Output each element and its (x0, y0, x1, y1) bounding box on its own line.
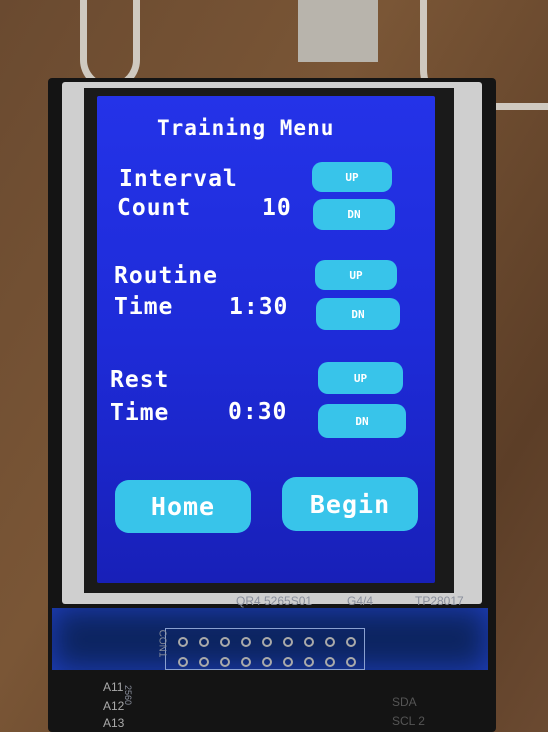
header-pin (283, 637, 293, 647)
pin-label: A12 (103, 699, 125, 713)
sda-label: SDA (392, 695, 417, 709)
routine-up-button[interactable]: UP (315, 260, 397, 290)
connector-label: CON1 (156, 629, 168, 658)
header-pin (325, 657, 335, 667)
header-pin (304, 657, 314, 667)
header-pin (262, 657, 272, 667)
training-menu-screen: Training Menu Interval Count 10 UP DN Ro… (97, 96, 435, 583)
usb-plug (298, 0, 378, 62)
header-pin (262, 637, 272, 647)
pin-header (165, 628, 365, 670)
silk-label: TP28017 (415, 594, 464, 608)
header-pin (346, 657, 356, 667)
pin-label: A13 (103, 716, 125, 730)
header-pin (283, 657, 293, 667)
chip-label: 2560 (123, 684, 134, 706)
page-title: Training Menu (157, 116, 335, 140)
silk-label: G4/4 (347, 594, 374, 608)
header-pin (346, 637, 356, 647)
rest-up-button[interactable]: UP (318, 362, 403, 394)
header-pin (220, 637, 230, 647)
routine-label: Routine (114, 263, 218, 289)
header-pin (220, 657, 230, 667)
home-button[interactable]: Home (115, 480, 251, 533)
rest-time-label: Time (110, 400, 170, 426)
routine-time-label: Time (114, 294, 174, 320)
routine-time-value: 1:30 (229, 294, 289, 320)
header-pin (178, 637, 188, 647)
rest-time-value: 0:30 (228, 399, 288, 425)
rest-label: Rest (110, 367, 170, 393)
header-pin (199, 637, 209, 647)
scl-label: SCL 2 (392, 714, 425, 728)
usb-cable (80, 0, 140, 90)
header-pin (241, 657, 251, 667)
routine-dn-button[interactable]: DN (316, 298, 400, 330)
header-pin (304, 637, 314, 647)
header-pin (241, 637, 251, 647)
interval-up-button[interactable]: UP (312, 162, 392, 192)
pin-label: A11 (103, 680, 124, 694)
interval-dn-button[interactable]: DN (313, 199, 395, 230)
silk-label: QR4 5265S01 (236, 594, 313, 608)
begin-button[interactable]: Begin (282, 477, 418, 531)
interval-label: Interval (119, 166, 238, 192)
interval-count-value: 10 (262, 195, 292, 221)
rest-dn-button[interactable]: DN (318, 404, 406, 438)
header-pin (178, 657, 188, 667)
header-pin (325, 637, 335, 647)
header-pin (199, 657, 209, 667)
count-label: Count (117, 195, 192, 221)
